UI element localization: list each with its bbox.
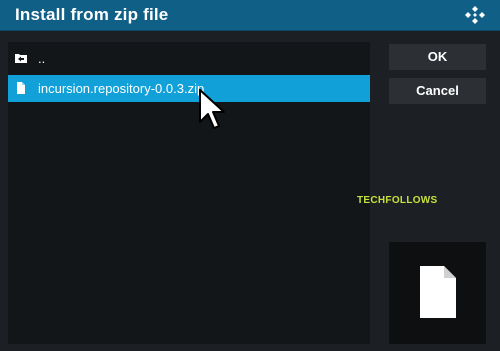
mouse-pointer-icon bbox=[199, 89, 225, 129]
file-icon bbox=[420, 266, 456, 318]
dialog-title: Install from zip file bbox=[15, 5, 169, 24]
list-item-parent-folder[interactable]: .. bbox=[8, 45, 370, 72]
folder-back-icon bbox=[15, 54, 27, 63]
ok-button[interactable]: OK bbox=[389, 44, 486, 70]
list-item-label: incursion.repository-0.0.3.zip bbox=[38, 81, 205, 96]
cancel-button[interactable]: Cancel bbox=[389, 78, 486, 104]
dialog-titlebar: Install from zip file bbox=[0, 0, 500, 31]
list-item-zip-file[interactable]: incursion.repository-0.0.3.zip bbox=[8, 75, 370, 102]
file-icon bbox=[17, 82, 25, 94]
file-list: .. incursion.repository-0.0.3.zip bbox=[8, 42, 370, 344]
file-preview-thumbnail bbox=[389, 242, 486, 344]
kodi-logo-icon bbox=[465, 6, 485, 24]
list-item-label: .. bbox=[38, 51, 46, 66]
watermark-text: TECHFOLLOWS bbox=[357, 195, 438, 206]
